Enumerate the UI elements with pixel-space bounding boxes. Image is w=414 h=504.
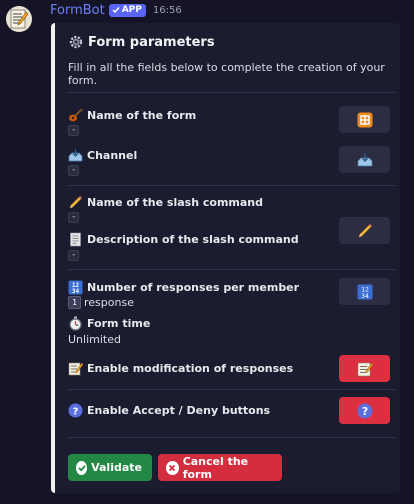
timestamp: 16:56 (152, 4, 182, 16)
embed-description: Fill in all the fields below to complete… (68, 61, 385, 87)
form-name-icon (357, 112, 373, 128)
field-value-channel: - (68, 165, 80, 176)
field-label-enable-modification: Enable modification of responses (67, 360, 293, 376)
svg-text:?: ? (72, 406, 78, 417)
question-icon: ? (357, 403, 373, 419)
field-value-slash-command-description: - (68, 250, 80, 261)
divider (67, 269, 396, 270)
message-header: FormBot APP 16:56 (50, 2, 182, 18)
embed-title: Form parameters (68, 34, 215, 50)
svg-text:?: ? (361, 406, 367, 418)
page-icon (67, 231, 83, 247)
edit-form-name-button[interactable] (339, 106, 390, 133)
field-label-responses-per-member: 12 34 Number of responses per member (67, 279, 299, 295)
memo-icon (357, 361, 373, 377)
app-badge: APP (108, 3, 146, 17)
close-icon (166, 460, 179, 475)
svg-text:34: 34 (71, 288, 79, 295)
number-one-keycap: 1 (68, 296, 81, 309)
edit-channel-button[interactable] (339, 146, 390, 173)
field-value-slash-command-name: - (68, 212, 80, 223)
app-badge-label: APP (121, 5, 142, 15)
embed-title-text: Form parameters (88, 34, 215, 50)
numbers-1234-icon: 12 34 (357, 284, 373, 300)
inbox-tray-icon (67, 147, 83, 163)
inbox-tray-icon (357, 152, 373, 168)
field-label-slash-command-name: Name of the slash command (67, 194, 263, 210)
validate-button[interactable]: Validate (68, 454, 152, 481)
pencil-icon (67, 194, 83, 210)
field-label-enable-accept-deny: ? Enable Accept / Deny buttons (67, 402, 270, 418)
field-label-form-time: Form time (67, 315, 150, 331)
field-value-form-time: Unlimited (68, 333, 121, 346)
form-parameters-embed: Form parameters Fill in all the fields b… (51, 23, 400, 493)
divider (67, 92, 396, 93)
check-icon (76, 460, 88, 475)
question-icon: ? (67, 402, 83, 418)
cancel-form-button[interactable]: Cancel the form (158, 454, 282, 481)
divider (67, 185, 396, 186)
numbers-1234-icon: 12 34 (67, 279, 83, 295)
cancel-form-label: Cancel the form (182, 454, 249, 481)
memo-avatar-icon (10, 9, 29, 29)
bot-avatar[interactable] (6, 6, 32, 32)
field-value-responses-per-member: 1 response (68, 296, 134, 309)
field-value-form-name: - (68, 125, 80, 136)
field-label-slash-command-description: Description of the slash command (67, 231, 299, 247)
svg-text:34: 34 (361, 292, 369, 300)
stopwatch-icon (67, 315, 83, 331)
validate-label: Validate (91, 461, 142, 474)
field-label-channel: Channel (67, 147, 137, 163)
bot-name[interactable]: FormBot (50, 3, 105, 18)
verified-check-icon (112, 7, 120, 14)
gear-icon (68, 34, 84, 50)
memo-icon (67, 360, 83, 376)
divider (67, 389, 396, 390)
toggle-accept-deny-button[interactable]: ? (339, 397, 390, 424)
edit-slash-command-button[interactable] (339, 217, 390, 244)
edit-responses-per-member-button[interactable]: 12 34 (339, 278, 390, 305)
toggle-modification-button[interactable] (339, 355, 390, 382)
field-label-form-name: Name of the form (67, 107, 196, 123)
pencil-icon (357, 223, 373, 239)
divider (67, 437, 396, 438)
guitar-icon (67, 107, 83, 123)
